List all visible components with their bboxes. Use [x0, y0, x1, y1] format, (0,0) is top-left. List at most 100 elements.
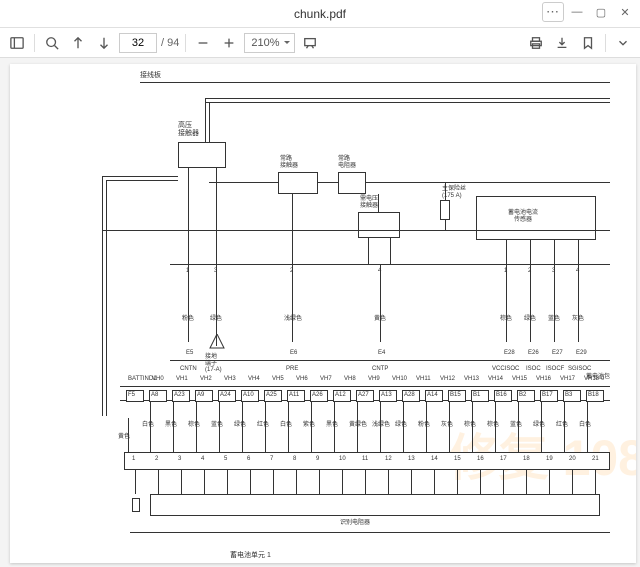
- terminal-number: 10: [339, 456, 346, 463]
- bookmark-icon[interactable]: [577, 32, 599, 54]
- terminal-number: 15: [454, 456, 461, 463]
- component-aux-contactor: [278, 172, 318, 194]
- component-hc-contactor: [358, 212, 400, 238]
- connector-id: B18: [588, 392, 599, 399]
- prev-page-icon[interactable]: [67, 32, 89, 54]
- connector: E27: [552, 350, 563, 357]
- zoom-in-icon[interactable]: [218, 32, 240, 54]
- label-aux-resistor: 常路 电阻器: [338, 156, 356, 169]
- signal-header: VH13: [464, 376, 479, 383]
- more-button[interactable]: ⋯: [542, 2, 564, 22]
- connector: E28: [504, 350, 515, 357]
- terminal-number: 3: [178, 456, 181, 463]
- page-total: / 94: [161, 37, 179, 49]
- pin-num: 3: [552, 268, 555, 275]
- wire-color: 灰色: [441, 422, 453, 429]
- wire-color: 白色: [142, 422, 154, 429]
- terminal-number: 7: [270, 456, 273, 463]
- signal-header: VH7: [320, 376, 332, 383]
- connector: E5: [186, 350, 193, 357]
- page-input[interactable]: [119, 33, 157, 53]
- component-fuse: [440, 200, 450, 220]
- zoom-out-icon[interactable]: [192, 32, 214, 54]
- pin-num: 1: [504, 268, 507, 275]
- terminal-number: 18: [523, 456, 530, 463]
- signal-header: VH17: [560, 376, 575, 383]
- wire-color: 粉色: [182, 316, 194, 323]
- connector-id: B3: [565, 392, 572, 399]
- signal: ISOCF: [546, 366, 564, 373]
- terminal-number: 19: [546, 456, 553, 463]
- resistor-bank: [150, 494, 600, 516]
- wire-color: 灰色: [572, 316, 584, 323]
- connector: E29: [576, 350, 587, 357]
- connector-id: F5: [128, 392, 135, 399]
- connector-id: A13: [381, 392, 392, 399]
- wire-color: 粉色: [418, 422, 430, 429]
- wire-color: 黑色: [326, 422, 338, 429]
- terminal-number: 21: [592, 456, 599, 463]
- wire-color: 红色: [556, 422, 568, 429]
- signal: CNTN: [180, 366, 197, 373]
- signal-header: VH12: [440, 376, 455, 383]
- download-icon[interactable]: [551, 32, 573, 54]
- search-icon[interactable]: [41, 32, 63, 54]
- terminal-number: 9: [316, 456, 319, 463]
- terminal-number: 8: [293, 456, 296, 463]
- sidebar-toggle-icon[interactable]: [6, 32, 28, 54]
- connector-id: B1: [473, 392, 480, 399]
- terminal-number: 11: [362, 456, 368, 463]
- signal-header: VH15: [512, 376, 527, 383]
- label-top-title: 接线板: [140, 72, 161, 80]
- tools-icon[interactable]: [612, 32, 634, 54]
- signal: CNTP: [372, 366, 388, 373]
- next-page-icon[interactable]: [93, 32, 115, 54]
- wire-color: 绿色: [395, 422, 407, 429]
- close-button[interactable]: ✕: [614, 2, 636, 22]
- terminal-number: 14: [431, 456, 438, 463]
- presentation-icon[interactable]: [299, 32, 321, 54]
- signal-header: VH8: [344, 376, 356, 383]
- connector-id: A28: [404, 392, 415, 399]
- connector-id: A24: [220, 392, 231, 399]
- wire-color: 绿色: [524, 316, 536, 323]
- window-titlebar: chunk.pdf ⋯ — ▢ ✕: [0, 0, 640, 28]
- wire-color: 绿色: [234, 422, 246, 429]
- signal-header: VH9: [368, 376, 380, 383]
- connector-id: A25: [266, 392, 277, 399]
- terminal-number: 6: [247, 456, 250, 463]
- component-main-contactor: [178, 142, 226, 168]
- toolbar: / 94 210%: [0, 28, 640, 58]
- wire-color: 紫色: [303, 422, 315, 429]
- connector-id: A11: [289, 392, 299, 399]
- component-aux-resistor: [338, 172, 366, 194]
- zoom-select[interactable]: 210%: [244, 33, 294, 53]
- pin-num: 4: [378, 268, 381, 275]
- window-controls: ⋯ — ▢ ✕: [542, 2, 636, 22]
- signal: SGISOC: [568, 366, 591, 373]
- terminal-number: 4: [201, 456, 204, 463]
- pin-num: 4: [576, 268, 579, 275]
- minimize-button[interactable]: —: [566, 2, 588, 22]
- terminal-number: 20: [569, 456, 576, 463]
- label-current-sensor: 蓄电池电流 传感器: [508, 210, 538, 223]
- wire-color: 黄绿色: [349, 422, 367, 429]
- terminal-number: 1: [132, 456, 135, 463]
- print-icon[interactable]: [525, 32, 547, 54]
- maximize-button[interactable]: ▢: [590, 2, 612, 22]
- signal-header: VH5: [272, 376, 284, 383]
- connector-id: A14: [427, 392, 438, 399]
- pdf-viewer[interactable]: 修复 108 接线板 高压 接触器 常路 接触器 常路 电阻器: [0, 58, 640, 567]
- connector-id: B2: [519, 392, 526, 399]
- signal-header: VH16: [536, 376, 551, 383]
- signal-header: VH14: [488, 376, 503, 383]
- pin-num: 2: [290, 268, 293, 275]
- connector-id: A23: [174, 392, 185, 399]
- terminal-number: 13: [408, 456, 415, 463]
- wire-color: 棕色: [188, 422, 200, 429]
- signal-header: VH0: [152, 376, 164, 383]
- wire-color: 浅绿色: [372, 422, 390, 429]
- wire-color: 绿色: [210, 316, 222, 323]
- connector-id: A10: [243, 392, 254, 399]
- pin-num: 1: [186, 268, 189, 275]
